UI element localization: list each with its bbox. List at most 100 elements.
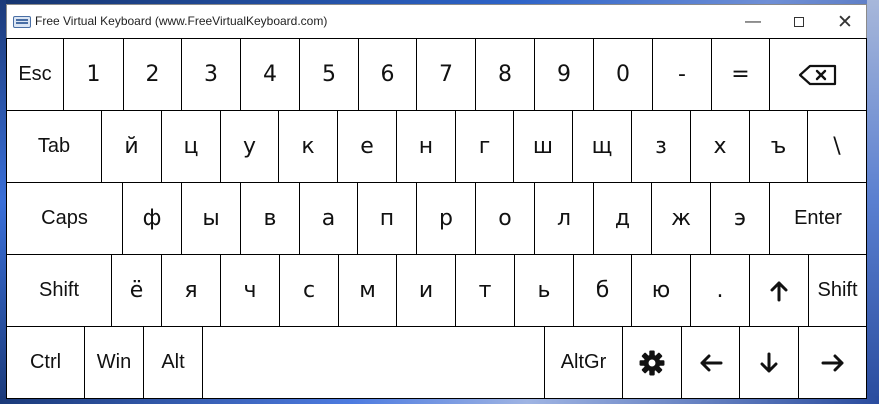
key-ц[interactable]: ц [162,111,221,182]
key-2[interactable]: 2 [124,39,182,110]
key-ь[interactable]: ь [515,255,574,326]
key-label: у [242,134,257,159]
key-label: Enter [794,207,842,229]
key-ы[interactable]: ы [182,183,241,254]
key-altgr[interactable]: AltGr [545,327,623,398]
key-label: ю [651,278,671,303]
key-с[interactable]: с [280,255,339,326]
key-arrow-right[interactable] [799,327,867,398]
key-ctrl[interactable]: Ctrl [6,327,85,398]
key-б[interactable]: б [574,255,632,326]
key-shift-left[interactable]: Shift [6,255,112,326]
key-е[interactable]: е [338,111,397,182]
key-к[interactable]: к [279,111,338,182]
key-arrow-down[interactable] [740,327,799,398]
key-equals[interactable]: = [712,39,770,110]
key-3[interactable]: 3 [182,39,241,110]
key-у[interactable]: у [221,111,279,182]
key-minus[interactable]: - [653,39,712,110]
key-shift-right[interactable]: Shift [809,255,867,326]
key-4[interactable]: 4 [241,39,300,110]
key-label: 4 [263,62,277,87]
key-в[interactable]: в [241,183,300,254]
key-щ[interactable]: щ [573,111,632,182]
key-ч[interactable]: ч [221,255,280,326]
key-ё[interactable]: ё [112,255,162,326]
key-label: ы [202,206,220,231]
key-label: ш [532,134,554,159]
key-label: 9 [557,62,571,87]
key-arrow-left[interactable] [682,327,740,398]
key-д[interactable]: д [594,183,652,254]
key-8[interactable]: 8 [476,39,535,110]
key-ш[interactable]: ш [514,111,573,182]
key-я[interactable]: я [162,255,221,326]
key-backspace[interactable] [770,39,867,110]
key-н[interactable]: н [397,111,456,182]
key-label: з [655,134,667,159]
minimize-button[interactable]: — [730,5,776,39]
key-label: ё [129,278,144,303]
key-label: 3 [204,62,218,87]
key-label: . [716,278,724,303]
key-6[interactable]: 6 [359,39,417,110]
key-label: й [124,134,139,159]
key-ж[interactable]: ж [652,183,711,254]
key-й[interactable]: й [102,111,162,182]
key-1[interactable]: 1 [64,39,124,110]
key-м[interactable]: м [339,255,397,326]
key-arrow-up[interactable] [750,255,809,326]
key-9[interactable]: 9 [535,39,594,110]
arrow-left-icon [699,354,723,372]
key-п[interactable]: п [358,183,417,254]
key-label: п [379,206,395,231]
key-7[interactable]: 7 [417,39,476,110]
key-label: 1 [86,62,101,87]
key-settings[interactable] [623,327,682,398]
key-label: Caps [41,207,88,229]
key-esc[interactable]: Esc [6,39,64,110]
key-з[interactable]: з [632,111,691,182]
key-period[interactable]: . [691,255,750,326]
key-э[interactable]: э [711,183,770,254]
key-и[interactable]: и [397,255,456,326]
key-х[interactable]: х [691,111,750,182]
key-win[interactable]: Win [85,327,144,398]
key-label: м [359,278,376,303]
maximize-button[interactable] [776,5,822,39]
key-а[interactable]: а [300,183,358,254]
key-ф[interactable]: ф [123,183,182,254]
keyboard-area: Esc 1 2 3 4 5 6 7 8 9 0 - = Tab й ц у к е н г ш щ з х ъ \ Caps ф ы в а п… [6,38,867,399]
key-ъ[interactable]: ъ [750,111,808,182]
key-space[interactable] [203,327,545,398]
key-р[interactable]: р [417,183,476,254]
key-enter[interactable]: Enter [770,183,867,254]
key-ю[interactable]: ю [632,255,691,326]
key-backslash[interactable]: \ [808,111,867,182]
key-label: = [731,62,750,87]
close-button[interactable]: ✕ [822,5,868,39]
key-label: ж [671,206,691,231]
key-л[interactable]: л [535,183,594,254]
key-label: ц [183,134,199,159]
key-tab[interactable]: Tab [6,111,102,182]
backspace-icon [798,64,838,86]
key-label: с [302,278,316,303]
key-label: я [184,278,198,303]
key-caps[interactable]: Caps [6,183,123,254]
key-label: э [733,206,747,231]
key-label: \ [833,134,841,159]
key-5[interactable]: 5 [300,39,359,110]
key-г[interactable]: г [456,111,514,182]
key-т[interactable]: т [456,255,515,326]
key-label: Tab [37,135,71,157]
key-label: 7 [439,62,453,87]
key-label: е [360,134,374,159]
key-0[interactable]: 0 [594,39,653,110]
key-о[interactable]: о [476,183,535,254]
key-label: р [439,206,453,231]
key-label: 5 [322,62,336,87]
title-bar[interactable]: Free Virtual Keyboard (www.FreeVirtualKe… [7,5,866,39]
key-label: Shift [38,279,80,301]
key-alt[interactable]: Alt [144,327,203,398]
